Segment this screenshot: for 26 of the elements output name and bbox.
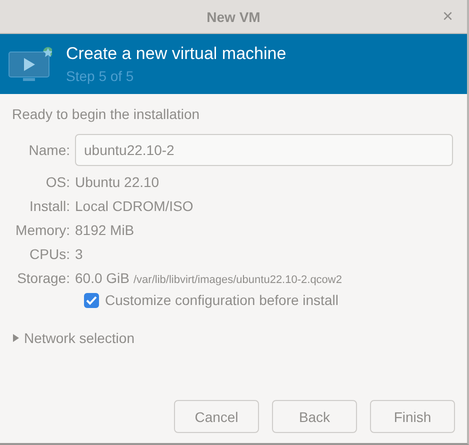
field-value: Local CDROM/ISO xyxy=(75,198,194,214)
field-label: OS: xyxy=(46,174,70,190)
field-label: Storage: xyxy=(17,270,70,286)
field-label: Memory: xyxy=(16,222,70,238)
field-label: Name: xyxy=(28,142,70,158)
checkbox[interactable] xyxy=(84,292,99,308)
dialog-button[interactable]: Finish xyxy=(370,400,455,433)
dialog-button[interactable]: Back xyxy=(272,400,357,433)
field-value: 8192 MiB xyxy=(75,222,136,238)
file-path: /var/lib/libvirt/images/ubuntu22.10-2.qcow2 xyxy=(133,274,342,286)
network-expander[interactable]: Network selection xyxy=(12,330,134,346)
field-label: CPUs: xyxy=(30,246,70,262)
banner-title: Create a new virtual machine xyxy=(66,44,286,64)
window-title: New VM xyxy=(206,8,260,24)
monitor-icon xyxy=(8,44,52,84)
expander-arrow-icon xyxy=(12,333,20,343)
section-heading: Ready to begin the installation xyxy=(12,106,201,122)
field-label: Install: xyxy=(30,198,70,214)
checkbox-label: Customize configuration before install xyxy=(105,292,338,308)
close-button[interactable]: × xyxy=(438,7,457,25)
name-field[interactable]: ubuntu22.10-2 xyxy=(75,134,453,166)
field-value: 3 xyxy=(75,246,84,262)
dialog-button[interactable]: Cancel xyxy=(174,400,259,433)
field-value: Ubuntu 22.10 xyxy=(75,174,160,190)
step-label: Step 5 of 5 xyxy=(66,68,135,84)
field-value: 60.0 GiB xyxy=(75,270,130,286)
